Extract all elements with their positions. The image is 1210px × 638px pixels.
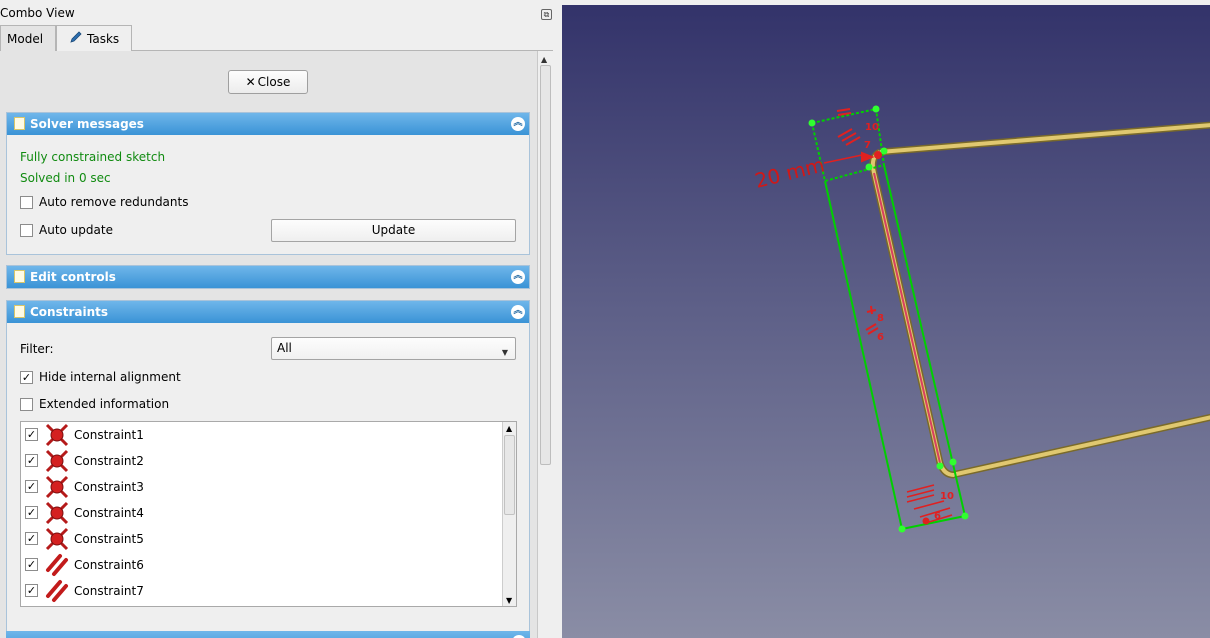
constraint-name: Constraint2 <box>74 454 144 468</box>
solver-messages-panel: Solver messages ︽ Fully constrained sket… <box>6 112 530 255</box>
solver-messages-title: Solver messages <box>30 117 144 131</box>
solver-time: Solved in 0 sec <box>20 171 111 185</box>
undock-icon[interactable]: ⧉ <box>541 9 552 20</box>
constraint-name: Constraint4 <box>74 506 144 520</box>
document-icon <box>14 305 25 318</box>
extended-information-label: Extended information <box>39 397 170 411</box>
filter-label: Filter: <box>20 342 54 356</box>
coincident-icon <box>45 527 69 551</box>
scroll-thumb[interactable] <box>504 435 515 515</box>
solver-messages-header[interactable]: Solver messages ︽ <box>7 113 529 135</box>
constraints-panel: Constraints ︽ Filter: All ▼ ✓ Hide inter… <box>6 300 530 638</box>
coincident-icon <box>45 449 69 473</box>
tab-model[interactable]: Model <box>0 25 56 51</box>
parallel-icon <box>46 580 68 602</box>
constraint-checkbox[interactable]: ✓ <box>25 532 38 545</box>
constraint-checkbox[interactable]: ✓ <box>25 584 38 597</box>
tab-bar: Model Tasks <box>0 25 558 52</box>
close-icon: ✕ <box>245 75 256 89</box>
coincident-icon <box>45 423 69 447</box>
constraint-row[interactable]: ✓ Constraint2 <box>21 448 501 474</box>
filter-value: All <box>277 341 292 355</box>
constraint-label: 6 <box>934 511 941 522</box>
dimension-label[interactable]: 20 mm <box>752 152 826 192</box>
constraint-checkbox[interactable]: ✓ <box>25 558 38 571</box>
close-button-label: Close <box>257 75 291 89</box>
chevron-down-icon: ▼ <box>501 348 508 357</box>
scroll-down-icon[interactable]: ▼ <box>506 596 512 605</box>
combo-view-title: Combo View <box>0 6 75 20</box>
task-panel: ✕ Close Solver messages ︽ Fully constrain… <box>0 51 537 638</box>
close-button[interactable]: ✕ Close <box>228 70 308 94</box>
task-panel-scrollbar[interactable]: ▲ <box>537 51 553 638</box>
constraint-label: 8 <box>877 313 884 324</box>
scroll-up-icon[interactable]: ▲ <box>506 424 512 433</box>
tab-tasks[interactable]: Tasks <box>56 25 132 52</box>
auto-remove-redundants-label: Auto remove redundants <box>39 195 189 209</box>
edit-controls-title: Edit controls <box>30 270 116 284</box>
constraint-row[interactable]: ✓ Constraint3 <box>21 474 501 500</box>
constraints-header[interactable]: Constraints ︽ <box>7 301 529 323</box>
constraint-label: 7 <box>864 140 871 151</box>
constraint-list[interactable]: ✓ Constraint1 ✓ Constraint2 ✓ Constraint3 ✓ Con… <box>20 421 517 607</box>
constraint-row[interactable]: ✓ Constraint7 <box>21 578 501 604</box>
splitter-handle[interactable] <box>553 0 562 638</box>
combo-view: Combo View ⧉ Model Tasks ✕ Close Solver m… <box>0 0 558 638</box>
coincident-icon <box>45 501 69 525</box>
3d-viewport[interactable]: 20 mm 10 7 8 6 10 6 <box>562 5 1210 638</box>
document-icon <box>14 270 25 283</box>
collapse-icon[interactable]: ︽ <box>511 117 525 131</box>
edit-controls-header[interactable]: Edit controls ︽ <box>7 266 529 288</box>
constraint-checkbox[interactable]: ✓ <box>25 454 38 467</box>
constraint-label: 10 <box>940 491 954 502</box>
constraint-label: 6 <box>877 332 884 343</box>
body-edges <box>869 121 1210 479</box>
constraint-checkbox[interactable]: ✓ <box>25 506 38 519</box>
constraint-label: 10 <box>865 122 879 133</box>
scroll-thumb[interactable] <box>540 65 551 465</box>
extended-information-checkbox[interactable] <box>20 398 33 411</box>
collapse-icon[interactable]: ︽ <box>511 305 525 319</box>
coincident-icon <box>45 475 69 499</box>
constraint-name: Constraint6 <box>74 558 144 572</box>
constraint-row[interactable]: ✓ Constraint5 <box>21 526 501 552</box>
hide-internal-alignment-label: Hide internal alignment <box>39 370 181 384</box>
pencil-icon <box>70 31 82 43</box>
elements-panel-header[interactable] <box>6 631 530 638</box>
scroll-up-icon[interactable]: ▲ <box>541 55 547 64</box>
constraint-name: Constraint5 <box>74 532 144 546</box>
document-icon <box>14 117 25 130</box>
parallel-icon <box>46 554 68 576</box>
constraint-row[interactable]: ✓ Constraint4 <box>21 500 501 526</box>
constraint-name: Constraint1 <box>74 428 144 442</box>
solver-status: Fully constrained sketch <box>20 150 166 164</box>
collapse-icon[interactable]: ︽ <box>511 270 525 284</box>
tab-model-label: Model <box>7 32 44 46</box>
constraint-list-scrollbar[interactable]: ▲ ▼ <box>502 422 516 606</box>
constraint-row[interactable]: ✓ Constraint6 <box>21 552 501 578</box>
auto-update-label: Auto update <box>39 223 113 237</box>
constraint-row[interactable]: ✓ Constraint1 <box>21 422 501 448</box>
edit-controls-panel: Edit controls ︽ <box>6 265 530 289</box>
constraint-name: Constraint7 <box>74 584 144 598</box>
update-button[interactable]: Update <box>271 219 516 242</box>
auto-update-checkbox[interactable] <box>20 224 33 237</box>
constraint-checkbox[interactable]: ✓ <box>25 428 38 441</box>
constraints-title: Constraints <box>30 305 109 319</box>
filter-select[interactable]: All ▼ <box>271 337 516 360</box>
auto-remove-redundants-checkbox[interactable] <box>20 196 33 209</box>
hide-internal-alignment-checkbox[interactable]: ✓ <box>20 371 33 384</box>
tab-tasks-label: Tasks <box>87 32 120 46</box>
sketch-canvas[interactable]: 20 mm 10 7 8 6 10 6 <box>562 5 1210 638</box>
constraint-name: Constraint3 <box>74 480 144 494</box>
constraint-checkbox[interactable]: ✓ <box>25 480 38 493</box>
